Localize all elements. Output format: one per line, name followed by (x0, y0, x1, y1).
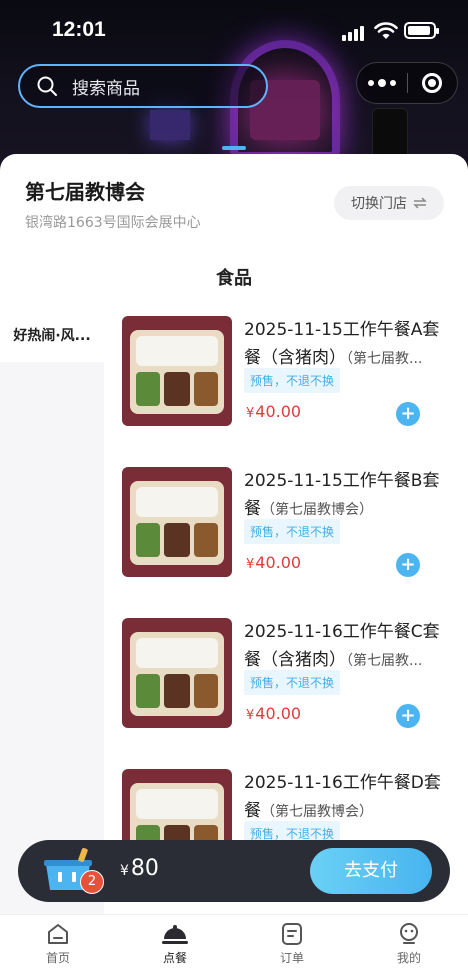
product-price: ¥40.00 (246, 704, 302, 723)
add-to-cart-button[interactable]: + (396, 704, 420, 728)
cart-total: ¥80 (120, 856, 159, 881)
tab-home[interactable]: 首页 (18, 921, 98, 966)
product-subtitle: （第七届教... (346, 653, 423, 669)
tab-label: 我的 (396, 951, 421, 965)
battery-icon (404, 22, 439, 39)
orders-icon (282, 923, 302, 945)
close-miniprogram-button[interactable] (408, 73, 457, 93)
tab-food[interactable]: 食品 (0, 254, 468, 304)
dot-icon (378, 79, 386, 87)
product-title: 2025-11-15工作午餐A套餐（含猪肉）（第七届教... (244, 320, 440, 368)
status-bar: 12:01 (0, 0, 468, 60)
presale-tag: 预售，不退不换 (244, 519, 341, 544)
miniprogram-capsule (356, 62, 458, 104)
search-icon (37, 76, 57, 96)
switch-store-label: 切换门店 (351, 196, 407, 212)
sidebar-item-label: 好热闹·风... (13, 328, 91, 344)
product-title: 2025-11-15工作午餐B套餐（第七届教博会） (244, 471, 440, 519)
product-price: ¥40.00 (246, 402, 302, 421)
profile-icon (400, 923, 418, 944)
status-time: 12:01 (52, 18, 106, 41)
category-sidebar: 好热闹·风... (0, 308, 104, 918)
product-subtitle: （第七届教博会） (261, 804, 373, 820)
dot-icon (390, 80, 396, 86)
product-price: ¥40.00 (246, 553, 302, 572)
add-to-cart-button[interactable]: + (396, 553, 420, 577)
order-food-icon (162, 925, 188, 944)
cellular-signal-icon (342, 26, 364, 41)
wifi-icon (374, 22, 398, 39)
product-subtitle: （第七届教博会） (261, 502, 373, 518)
product-title: 2025-11-16工作午餐C套餐（含猪肉）（第七届教... (244, 622, 440, 670)
tab-orders[interactable]: 订单 (252, 921, 332, 966)
swap-icon (413, 197, 427, 209)
product-item[interactable]: 2025-11-16工作午餐C套餐（含猪肉）（第七届教... 预售，不退不换 ¥… (122, 618, 452, 730)
product-subtitle: （第七届教... (346, 351, 423, 367)
tab-profile[interactable]: 我的 (369, 921, 449, 966)
presale-tag: 预售，不退不换 (244, 368, 341, 393)
cart-bar[interactable]: 2 ¥80 去支付 (18, 840, 450, 902)
presale-tag: 预售，不退不换 (244, 670, 341, 695)
sidebar-item-category[interactable]: 好热闹·风... (0, 308, 104, 362)
product-image (122, 316, 232, 426)
product-title: 2025-11-16工作午餐D套餐（第七届教博会） (244, 773, 441, 821)
tab-label: 订单 (279, 951, 304, 965)
add-to-cart-button[interactable]: + (396, 402, 420, 426)
neon-decoration (150, 110, 190, 140)
store-name: 第七届教博会 (25, 180, 145, 204)
home-icon (48, 924, 68, 944)
checkout-button[interactable]: 去支付 (310, 848, 432, 894)
target-icon (422, 73, 443, 93)
store-address: 银湾路1663号国际会展中心 (25, 215, 201, 231)
search-input[interactable]: 搜索商品 (18, 64, 268, 108)
tab-label: 首页 (45, 951, 70, 965)
tab-label: 点餐 (162, 951, 187, 965)
product-item[interactable]: 2025-11-15工作午餐A套餐（含猪肉）（第七届教... 预售，不退不换 ¥… (122, 316, 452, 428)
tab-label: 食品 (216, 268, 252, 289)
dot-icon (368, 80, 374, 86)
search-placeholder: 搜索商品 (72, 78, 140, 99)
product-image (122, 618, 232, 728)
product-item[interactable]: 2025-11-15工作午餐B套餐（第七届教博会） 预售，不退不换 ¥40.00… (122, 467, 452, 579)
active-tab-indicator (222, 146, 246, 150)
bottom-tab-bar: 首页 点餐 订单 我的 (0, 914, 468, 980)
more-options-button[interactable] (357, 79, 407, 87)
tab-order-food[interactable]: 点餐 (135, 921, 215, 966)
cart-count-badge: 2 (80, 870, 104, 894)
product-image (122, 467, 232, 577)
switch-store-button[interactable]: 切换门店 (334, 186, 444, 220)
